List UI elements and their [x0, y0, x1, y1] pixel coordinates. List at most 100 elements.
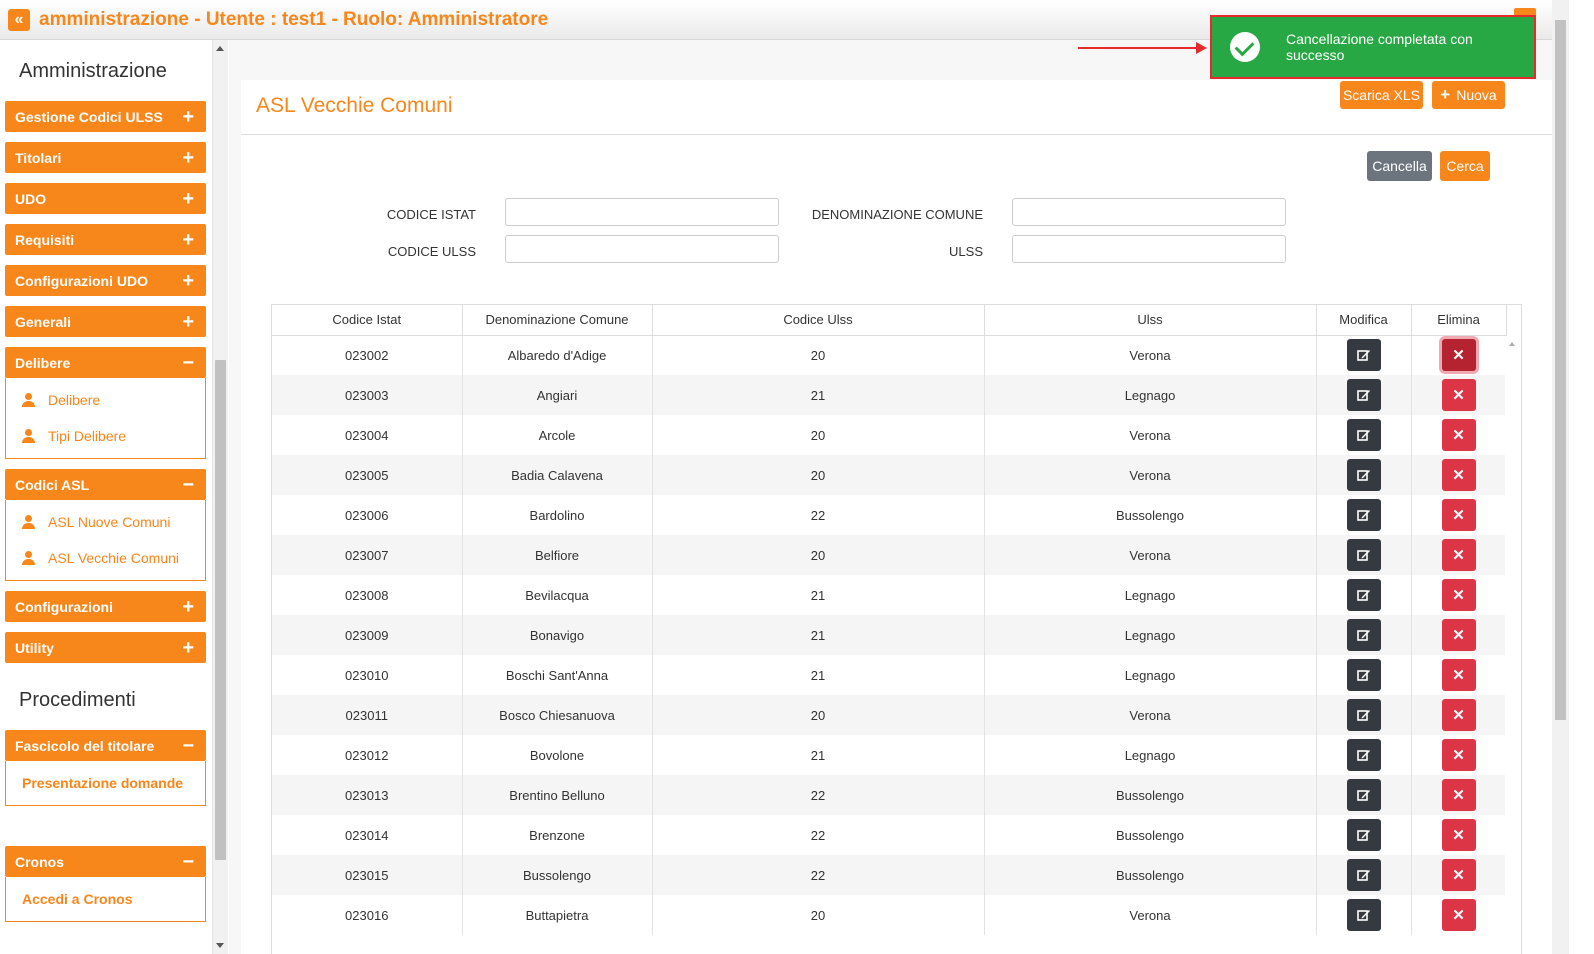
column-header-codice-ulss[interactable]: Codice Ulss [652, 305, 985, 336]
cell-codice-istat: 023006 [272, 495, 463, 535]
divider [241, 134, 1552, 135]
sidebar-group-cronos: Cronos − Accedi a Cronos [5, 846, 206, 922]
denominazione-comune-input[interactable] [1012, 198, 1286, 226]
table-row: 023016 Buttapietra 20 Verona ✕ [272, 895, 1507, 935]
edit-icon[interactable] [1346, 899, 1381, 931]
edit-icon[interactable] [1346, 779, 1381, 811]
codice-istat-input[interactable] [505, 198, 779, 226]
edit-icon[interactable] [1346, 419, 1381, 451]
cell-codice-ulss: 22 [652, 495, 985, 535]
table-header-row: Codice Istat Denominazione Comune Codice… [272, 305, 1507, 336]
edit-icon[interactable] [1346, 699, 1381, 731]
table-row: 023011 Bosco Chiesanuova 20 Verona ✕ [272, 695, 1507, 735]
cell-elimina: ✕ [1411, 375, 1507, 415]
edit-icon[interactable] [1346, 619, 1381, 651]
delete-icon[interactable]: ✕ [1441, 779, 1476, 811]
edit-icon[interactable] [1346, 339, 1381, 372]
edit-icon[interactable] [1346, 819, 1381, 851]
sidebar-item-tipi-delibere[interactable]: Tipi Delibere [6, 418, 205, 454]
sidebar-group-titolari[interactable]: Titolari + [5, 142, 206, 173]
plus-icon: + [182, 187, 194, 210]
cell-codice-ulss: 20 [652, 455, 985, 495]
delete-icon[interactable]: ✕ [1441, 739, 1476, 771]
cell-codice-ulss: 20 [652, 695, 985, 735]
delete-icon[interactable]: ✕ [1441, 859, 1476, 891]
delete-icon[interactable]: ✕ [1441, 699, 1476, 731]
sidebar-item-delibere[interactable]: Delibere [6, 382, 205, 418]
sidebar-item-accedi-cronos[interactable]: Accedi a Cronos [6, 881, 205, 917]
table-row: 023012 Bovolone 21 Legnago ✕ [272, 735, 1507, 775]
cancella-button[interactable]: Cancella [1367, 151, 1432, 181]
delete-icon[interactable]: ✕ [1441, 619, 1476, 651]
delete-icon[interactable]: ✕ [1441, 419, 1476, 451]
edit-icon[interactable] [1346, 539, 1381, 571]
cell-codice-istat: 023011 [272, 695, 463, 735]
edit-icon[interactable] [1346, 579, 1381, 611]
column-header-denominazione[interactable]: Denominazione Comune [462, 305, 653, 336]
sidebar-group-configurazioni-udo[interactable]: Configurazioni UDO + [5, 265, 206, 296]
table-scrollbar[interactable] [1505, 336, 1521, 954]
edit-icon[interactable] [1346, 459, 1381, 491]
column-header-codice-istat[interactable]: Codice Istat [272, 305, 463, 336]
scrollbar-thumb[interactable] [215, 360, 226, 860]
cell-denominazione: Brenzone [462, 815, 653, 855]
scroll-up-icon[interactable] [1509, 342, 1515, 346]
cell-denominazione: Badia Calavena [462, 455, 653, 495]
sidebar-item-presentazione-domande[interactable]: Presentazione domande [6, 765, 205, 801]
edit-icon[interactable] [1346, 659, 1381, 691]
sidebar-group-gestione-codici-ulss[interactable]: Gestione Codici ULSS + [5, 101, 206, 132]
scarica-xls-button[interactable]: Scarica XLS [1340, 81, 1423, 109]
edit-icon[interactable] [1346, 499, 1381, 531]
sidebar-group-header[interactable]: Delibere − [5, 347, 206, 378]
cell-elimina: ✕ [1411, 895, 1507, 935]
double-chevron-left-icon[interactable]: « [8, 8, 30, 31]
sidebar-item-asl-nuove-comuni[interactable]: ASL Nuove Comuni [6, 504, 205, 540]
nuova-button[interactable]: + Nuova [1432, 81, 1505, 109]
scrollbar-thumb[interactable] [1555, 20, 1566, 720]
column-header-ulss[interactable]: Ulss [984, 305, 1317, 336]
cell-codice-istat: 023012 [272, 735, 463, 775]
delete-icon[interactable]: ✕ [1441, 499, 1476, 531]
delete-icon[interactable]: ✕ [1441, 539, 1476, 571]
cell-modifica [1316, 735, 1412, 775]
ulss-input[interactable] [1012, 235, 1286, 263]
user-edit-icon [22, 551, 39, 565]
scroll-up-icon[interactable] [216, 46, 224, 51]
sidebar-group-utility[interactable]: Utility + [5, 632, 206, 663]
sidebar-group-configurazioni[interactable]: Configurazioni + [5, 591, 206, 622]
delete-icon[interactable]: ✕ [1441, 339, 1476, 372]
sidebar-group-requisiti[interactable]: Requisiti + [5, 224, 206, 255]
cell-codice-ulss: 22 [652, 815, 985, 855]
sidebar-scrollbar[interactable] [212, 40, 228, 954]
button-label: Cerca [1446, 158, 1484, 174]
toast-message: Cancellazione completata con successo [1286, 31, 1473, 63]
success-toast[interactable]: Cancellazione completata con successo [1210, 15, 1536, 79]
cerca-button[interactable]: Cerca [1440, 151, 1490, 181]
delete-icon[interactable]: ✕ [1441, 579, 1476, 611]
sidebar-group-header[interactable]: Codici ASL − [5, 469, 206, 500]
user-edit-icon [22, 429, 39, 443]
page-scrollbar[interactable] [1552, 0, 1569, 954]
cell-modifica [1316, 375, 1412, 415]
sidebar-item-asl-vecchie-comuni[interactable]: ASL Vecchie Comuni [6, 540, 205, 576]
minus-icon: − [182, 351, 194, 374]
minus-icon: − [182, 734, 194, 757]
delete-icon[interactable]: ✕ [1441, 379, 1476, 411]
sidebar: Amministrazione Gestione Codici ULSS + Ti… [0, 40, 212, 954]
sidebar-group-generali[interactable]: Generali + [5, 306, 206, 337]
delete-icon[interactable]: ✕ [1441, 659, 1476, 691]
delete-icon[interactable]: ✕ [1441, 899, 1476, 931]
sidebar-group-header[interactable]: Fascicolo del titolare − [5, 730, 206, 761]
scroll-down-icon[interactable] [216, 943, 224, 948]
delete-icon[interactable]: ✕ [1441, 459, 1476, 491]
edit-icon[interactable] [1346, 379, 1381, 411]
edit-icon[interactable] [1346, 739, 1381, 771]
sidebar-group-header[interactable]: Cronos − [5, 846, 206, 877]
cell-elimina: ✕ [1411, 415, 1507, 455]
edit-icon[interactable] [1346, 859, 1381, 891]
cell-ulss: Verona [984, 895, 1317, 935]
codice-ulss-input[interactable] [505, 235, 779, 263]
delete-icon[interactable]: ✕ [1441, 819, 1476, 851]
sidebar-group-udo[interactable]: UDO + [5, 183, 206, 214]
sidebar-group-label: UDO [15, 190, 47, 207]
